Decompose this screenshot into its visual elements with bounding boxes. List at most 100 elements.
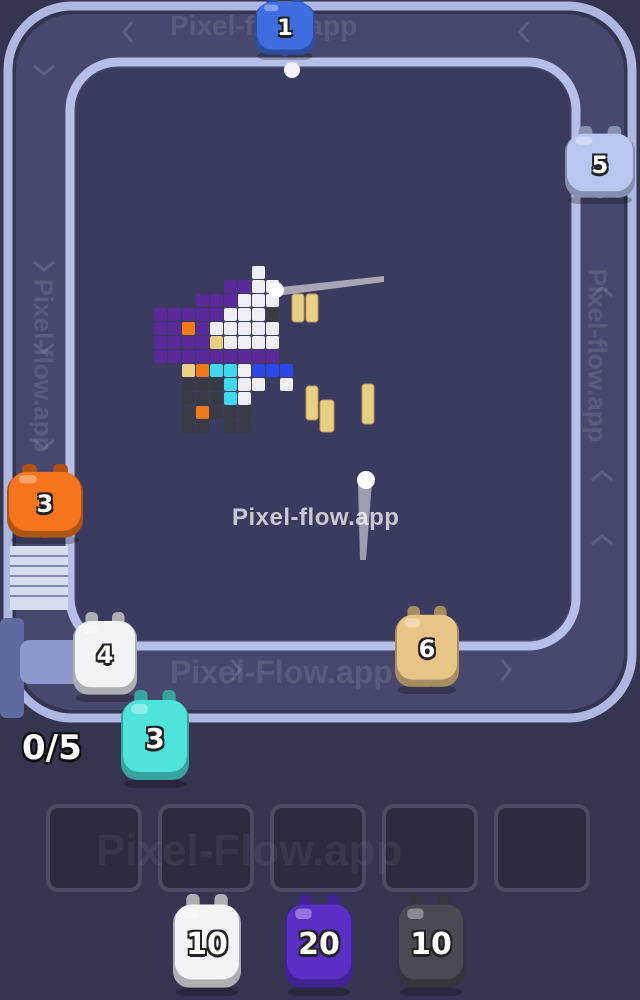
pixel-block	[238, 392, 251, 405]
pixel-block	[238, 378, 251, 391]
shooter-ammo-count: 4	[96, 641, 114, 670]
tan-shooter[interactable]: 6	[392, 604, 462, 696]
watermark-slots: Pixel-Flow.app	[96, 826, 403, 875]
pixel-block	[196, 406, 209, 419]
shooter-ammo-count: 20	[298, 927, 340, 963]
pixel-block	[280, 378, 293, 391]
falling-pixel-block	[305, 293, 319, 323]
pixel-block	[168, 308, 181, 321]
pixel-block	[266, 336, 279, 349]
shooter-ammo-count: 10	[410, 927, 452, 963]
pixel-block	[196, 392, 209, 405]
pixel-block	[210, 364, 223, 377]
falling-pixel-block	[361, 383, 375, 425]
pixel-block	[154, 308, 167, 321]
pixel-block	[238, 322, 251, 335]
pixel-block	[196, 364, 209, 377]
pixel-block	[210, 406, 223, 419]
pixel-block	[238, 406, 251, 419]
pixel-block	[238, 336, 251, 349]
pixel-block	[182, 406, 195, 419]
lavender-shooter[interactable]: 5	[562, 124, 638, 206]
dark-reserve-shooter[interactable]: 10	[394, 892, 468, 998]
watermark-side: Pixel-flow.app	[28, 278, 59, 453]
pixel-block	[210, 350, 223, 363]
pixel-block	[252, 336, 265, 349]
white-reserve-shooter[interactable]: 10	[170, 892, 244, 998]
pixel-block	[224, 336, 237, 349]
pixel-block	[238, 364, 251, 377]
pixel-block	[168, 336, 181, 349]
pixel-block	[168, 322, 181, 335]
pixel-block	[224, 378, 237, 391]
pixel-block	[182, 336, 195, 349]
blue-shooter[interactable]: 1	[252, 0, 318, 62]
pixel-block	[252, 364, 265, 377]
pixel-board	[76, 68, 570, 640]
pixel-block	[224, 392, 237, 405]
orange-shooter[interactable]: 3	[4, 462, 86, 546]
pixel-block	[266, 364, 279, 377]
watermark-side-right: Pixel-flow.app	[582, 268, 613, 443]
pixel-block	[210, 392, 223, 405]
falling-pixel-block	[291, 293, 305, 323]
pixel-block	[196, 294, 209, 307]
pixel-block	[168, 350, 181, 363]
cyan-shooter[interactable]: 3	[118, 688, 192, 790]
pixel-block	[238, 280, 251, 293]
pixel-block	[252, 350, 265, 363]
pixel-block	[154, 336, 167, 349]
shooter-ammo-count: 3	[145, 722, 165, 755]
falling-pixel-block	[319, 399, 335, 433]
pixel-block	[196, 420, 209, 433]
pixel-block	[182, 420, 195, 433]
holding-slot[interactable]	[494, 804, 590, 892]
pixel-block	[252, 322, 265, 335]
pixel-block	[224, 308, 237, 321]
pixel-block	[196, 322, 209, 335]
pixel-block	[238, 350, 251, 363]
watermark-track-bottom: Pixel-Flow.app	[170, 654, 393, 690]
pixel-block	[252, 308, 265, 321]
shooter-ammo-count: 10	[186, 927, 228, 963]
watermark-center: Pixel-flow.app	[232, 504, 400, 531]
pixel-block	[182, 378, 195, 391]
pixel-block	[266, 322, 279, 335]
pixel-block	[252, 280, 265, 293]
pixel-block	[252, 378, 265, 391]
pixel-block	[252, 266, 265, 279]
pixel-block	[224, 280, 237, 293]
pixel-block	[224, 294, 237, 307]
pixel-block	[196, 350, 209, 363]
pixel-block	[196, 308, 209, 321]
shooter-ammo-count: 5	[591, 151, 609, 180]
pixel-block	[266, 308, 279, 321]
track-dot	[284, 62, 300, 78]
pixel-block	[182, 350, 195, 363]
shooter-ammo-count: 6	[418, 634, 436, 663]
pixel-block	[210, 322, 223, 335]
pixel-block	[238, 420, 251, 433]
pixel-block	[252, 294, 265, 307]
pixel-block	[280, 364, 293, 377]
pixel-block	[182, 322, 195, 335]
pixel-block	[210, 294, 223, 307]
pixel-block	[182, 364, 195, 377]
pixel-block	[266, 350, 279, 363]
pixel-block	[210, 308, 223, 321]
shooter-ammo-count: 3	[36, 489, 54, 518]
pixel-block	[224, 420, 237, 433]
progress-counter: 0/5	[22, 728, 82, 768]
pixel-block	[182, 308, 195, 321]
pixel-block	[238, 294, 251, 307]
purple-reserve-shooter[interactable]: 20	[282, 892, 356, 998]
pixel-block	[238, 308, 251, 321]
pixel-block	[224, 406, 237, 419]
pixel-block	[154, 322, 167, 335]
pixel-block	[210, 336, 223, 349]
falling-pixel-block	[305, 385, 319, 421]
pixel-block	[182, 392, 195, 405]
pixel-block	[224, 322, 237, 335]
pixel-block	[196, 336, 209, 349]
pixel-block	[224, 350, 237, 363]
